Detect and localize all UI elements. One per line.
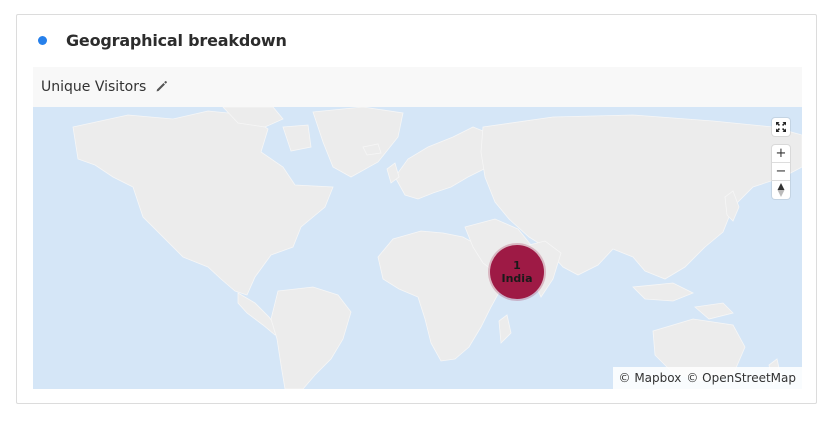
metric-label: Unique Visitors [41,79,147,95]
card-title: Geographical breakdown [66,31,287,50]
fullscreen-icon [776,122,786,132]
world-map[interactable]: + − 1 India © Mapbox © OpenStreetMap [33,107,802,389]
map-marker-india[interactable]: 1 India [490,245,544,299]
marker-value: 1 [513,259,521,272]
card-header: Geographical breakdown [17,15,816,67]
compass-icon [777,183,785,197]
status-dot [38,36,47,45]
fullscreen-button[interactable] [772,118,790,136]
compass-button[interactable] [772,181,790,199]
mapbox-attribution-link[interactable]: © Mapbox [619,371,682,385]
zoom-controls: + − [772,145,790,199]
metric-bar: Unique Visitors [33,67,802,107]
geographical-breakdown-card: Geographical breakdown Unique Visitors +… [16,14,817,404]
map-attribution: © Mapbox © OpenStreetMap [612,367,802,389]
openstreetmap-attribution-link[interactable]: © OpenStreetMap [686,371,796,385]
zoom-in-button[interactable]: + [772,145,790,163]
pencil-icon[interactable] [155,80,168,93]
zoom-out-button[interactable]: − [772,163,790,181]
world-map-land [72,107,802,389]
marker-country-label: India [501,272,533,285]
